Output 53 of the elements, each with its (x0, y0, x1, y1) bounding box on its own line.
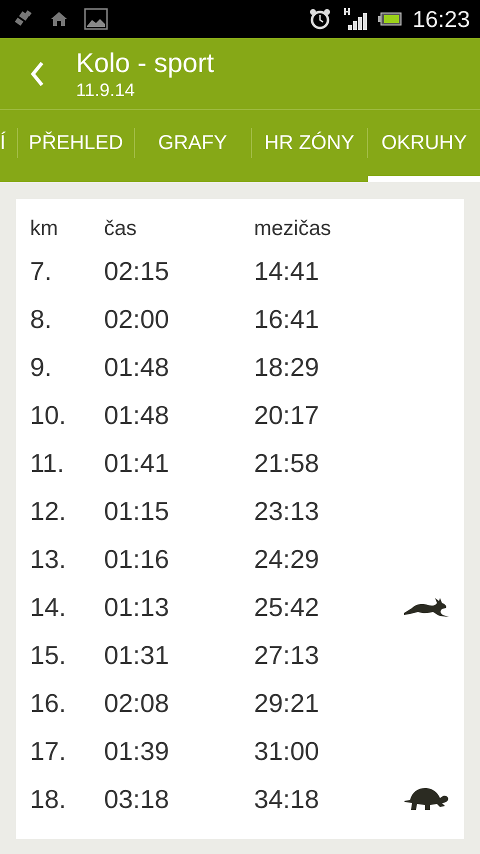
table-cell-text: 34:18 (254, 784, 320, 814)
table-cell-text: 01:48 (104, 352, 170, 382)
battery-icon (378, 12, 402, 26)
table-cell-text: 11. (30, 448, 66, 478)
table-cell-text: 12. (30, 496, 68, 526)
home-icon (50, 11, 68, 27)
table-cell-text: 13. (30, 544, 68, 574)
clock-time: 16:23 (412, 6, 470, 32)
screen-title: Kolo - sport (76, 46, 214, 78)
table-cell-text: 27:13 (254, 640, 320, 670)
table-cell-text: 29:21 (254, 688, 320, 718)
table-cell-text: 01:48 (104, 400, 170, 430)
table-cell-text: 01:41 (104, 448, 170, 478)
column-header: mezičas (254, 217, 332, 241)
table-cell-text: 02:08 (104, 688, 170, 718)
table-cell-text: 16. (30, 688, 68, 718)
table-cell-text: 25:42 (254, 592, 320, 622)
table-cell-text: 18. (30, 784, 68, 814)
table-cell-text: 14:41 (254, 256, 320, 286)
column-header: km (30, 217, 59, 241)
table-cell-text: 18:29 (254, 352, 320, 382)
table-cell-text: 20:17 (254, 400, 320, 430)
tab[interactable]: PŘEHLED (18, 110, 134, 182)
table-cell-text: 15. (30, 640, 68, 670)
table-cell-text: 02:00 (104, 304, 170, 334)
table-cell-text: 9. (30, 352, 53, 382)
tab[interactable]: OKRUHY (368, 110, 480, 182)
table-cell-text: 17. (30, 736, 68, 766)
table-cell-text: 01:39 (104, 736, 170, 766)
satellite-icon (14, 10, 34, 28)
table-cell-text: 01:31 (104, 640, 170, 670)
table-cell-text: 31:00 (254, 736, 320, 766)
tab[interactable]: GRAFY (134, 110, 250, 182)
table-cell-text: 03:18 (104, 784, 170, 814)
column-header: čas (104, 217, 138, 241)
tab[interactable]: Í (0, 110, 17, 182)
table-cell-text: 01:16 (104, 544, 170, 574)
alarm-clock-icon (308, 7, 332, 31)
table-cell-text: 14. (30, 592, 68, 622)
table-cell-text: 16:41 (254, 304, 320, 334)
image-icon (84, 8, 108, 30)
screen-subtitle: 11.9.14 (76, 78, 136, 100)
table-cell-text: 10. (30, 400, 68, 430)
table-cell-text: 8. (30, 304, 53, 334)
table-cell-text: 01:15 (104, 496, 170, 526)
table-cell-text: 01:13 (104, 592, 170, 622)
signal-icon (342, 7, 368, 31)
table-cell-text: 24:29 (254, 544, 320, 574)
table-cell-text: 21:58 (254, 448, 320, 478)
table-cell-text: 02:15 (104, 256, 170, 286)
table-cell-text: 7. (30, 256, 53, 286)
tab[interactable]: HR ZÓNY (252, 110, 368, 182)
table-cell-text: 23:13 (254, 496, 320, 526)
